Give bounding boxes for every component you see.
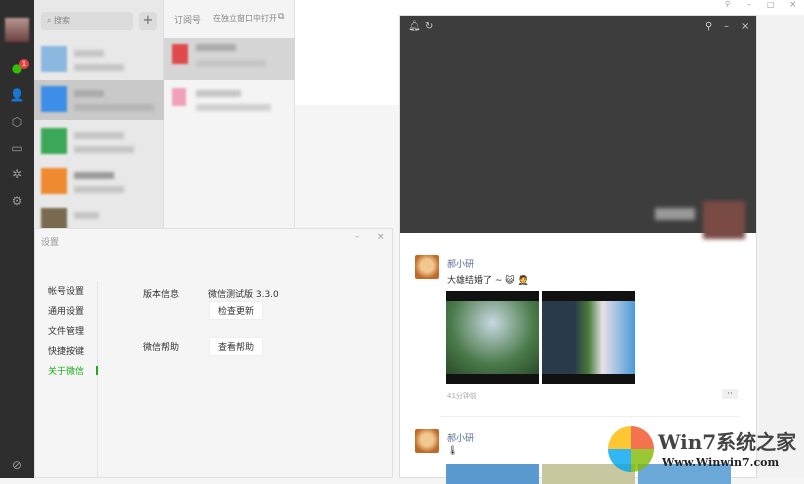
chat-item[interactable] [34, 40, 164, 80]
nav-shortcuts[interactable]: 快捷按键 [48, 344, 84, 357]
minimize-button[interactable]: – [724, 21, 729, 32]
nav-divider [97, 281, 98, 479]
moments-cover: 🔔︎ ↻ ⚲ – × [400, 16, 756, 239]
moments-window: 🔔︎ ↻ ⚲ – × 郝小研 大雄结婚了 ~ 😺 🤵 41分钟前 ·· 郝小研 … [399, 15, 757, 484]
minimize-button[interactable]: – [355, 232, 360, 242]
help-label: 微信帮助 [143, 343, 180, 353]
active-indicator [96, 366, 98, 375]
refresh-icon[interactable]: ↻ [425, 21, 433, 32]
settings-window: 设置 – × 帐号设置 通用设置 文件管理 快捷按键 关于微信 版本信息 微信测… [34, 228, 393, 479]
post-image[interactable] [542, 291, 635, 384]
avatar[interactable] [5, 18, 29, 42]
search-input[interactable]: ⌕ 搜索 [41, 12, 133, 30]
subscriptions-panel: 订阅号 在独立窗口中打开 ⧉ [164, 0, 295, 228]
post-text: 🌡 [447, 446, 459, 456]
close-button[interactable]: × [789, 0, 797, 10]
subscription-item[interactable] [164, 82, 295, 118]
post-actions-button[interactable]: ·· [722, 389, 738, 399]
minimize-button[interactable]: – [747, 0, 751, 9]
view-help-button[interactable]: 查看帮助 [209, 337, 264, 356]
version-value: 微信测试版 3.3.0 [208, 290, 279, 300]
left-sidebar: ● 1 👤 ⬡ ▭ ✲ ⚙ ⊘ [0, 0, 34, 478]
post-author[interactable]: 郝小研 [447, 257, 474, 270]
open-in-window-link[interactable]: 在独立窗口中打开 [213, 13, 277, 24]
favorites-icon[interactable]: ⬡ [9, 114, 25, 130]
chat-item[interactable] [34, 80, 164, 120]
post-author[interactable]: 郝小研 [447, 431, 474, 444]
post-image[interactable] [446, 464, 539, 484]
contacts-icon[interactable]: 👤 [9, 87, 25, 103]
nav-general[interactable]: 通用设置 [48, 304, 84, 317]
window-icon: ⧉ [278, 12, 285, 22]
nav-account[interactable]: 帐号设置 [48, 284, 84, 297]
chat-list: ⌕ 搜索 + [34, 0, 164, 234]
nav-files[interactable]: 文件管理 [48, 324, 84, 337]
pin-button[interactable]: ⚲ [725, 0, 730, 8]
post-text: 大雄结婚了 ~ 😺 🤵 [447, 276, 529, 286]
settings-icon[interactable]: ⊘ [9, 457, 25, 473]
scroll-track [757, 15, 804, 478]
search-icon: ⌕ [47, 16, 55, 25]
version-label: 版本信息 [143, 290, 180, 300]
profile-avatar[interactable] [703, 201, 745, 239]
chat-item[interactable] [34, 162, 164, 202]
add-button[interactable]: + [139, 12, 157, 30]
chat-item[interactable] [34, 122, 164, 162]
settings-title: 设置 [41, 238, 60, 248]
check-update-button[interactable]: 检查更新 [209, 301, 264, 320]
nav-about[interactable]: 关于微信 [48, 364, 84, 377]
post-avatar[interactable] [415, 255, 439, 279]
watermark-url: Www.Winwin7.com [662, 456, 780, 469]
pin-button[interactable]: ⚲ [705, 21, 712, 32]
subscriptions-title: 订阅号 [174, 16, 202, 26]
subscription-item[interactable] [164, 38, 295, 80]
post-time: 41分钟前 [447, 392, 477, 400]
mini-programs-icon[interactable]: ⚙ [9, 193, 25, 209]
watermark-brand: Win7系统之家 [658, 430, 797, 454]
post-divider [440, 416, 740, 417]
search-placeholder: 搜索 [54, 16, 71, 25]
windows-logo-icon [608, 426, 654, 472]
close-button[interactable]: × [377, 232, 385, 242]
post-avatar[interactable] [415, 429, 439, 453]
watermark: Win7系统之家 Www.Winwin7.com [608, 424, 798, 474]
moments-icon[interactable]: ✲ [9, 166, 25, 182]
maximize-button[interactable]: □ [767, 0, 775, 9]
close-button[interactable]: × [741, 21, 749, 32]
files-icon[interactable]: ▭ [9, 140, 25, 156]
profile-name-blurred [655, 208, 695, 220]
notification-bell-icon[interactable]: 🔔︎ [408, 21, 421, 32]
unread-badge: 1 [19, 59, 29, 69]
post-image[interactable] [446, 291, 539, 384]
